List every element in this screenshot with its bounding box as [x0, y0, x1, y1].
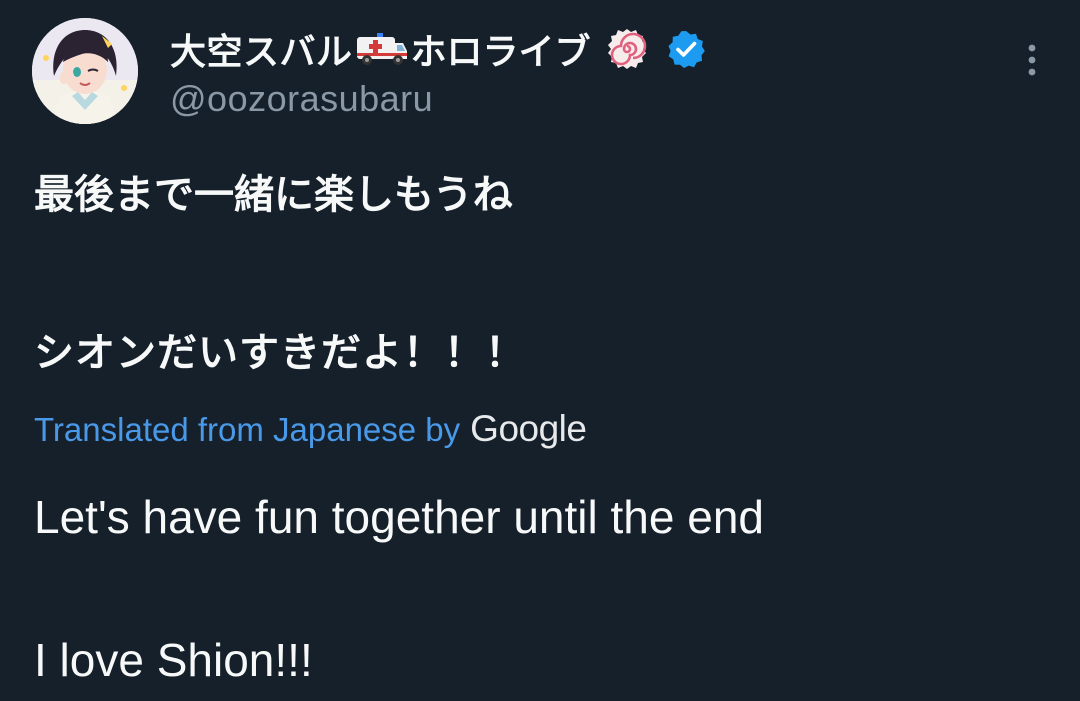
- author-name-row[interactable]: 大空スバル ホロライブ: [170, 24, 705, 74]
- avatar[interactable]: [32, 18, 138, 124]
- tweet-translated-line-2: I love Shion!!!: [34, 634, 313, 686]
- tweet-original-line-1: 最後まで一緒に楽しもうね: [34, 172, 513, 218]
- tweet-translated-line-1: Let's have fun together until the end: [34, 491, 764, 543]
- more-vertical-icon[interactable]: [1022, 42, 1042, 82]
- fish-cake-swirl-icon: [605, 27, 649, 71]
- author-handle[interactable]: @oozorasubaru: [170, 78, 433, 120]
- verified-badge-icon[interactable]: [667, 30, 705, 68]
- translation-label[interactable]: Translated from Japanese by: [34, 411, 460, 449]
- tweet-header: 大空スバル ホロライブ @oozorasubaru: [32, 18, 1048, 126]
- display-name-suffix[interactable]: ホロライブ: [411, 23, 591, 75]
- avatar-image: [32, 18, 138, 124]
- display-name[interactable]: 大空スバル: [170, 23, 353, 75]
- google-logo: Google: [470, 408, 587, 449]
- tweet-original-line-2: シオンだいすきだよ！！！: [34, 330, 526, 376]
- translation-attribution[interactable]: Translated from Japanese by Google: [34, 408, 587, 450]
- ambulance-icon: [355, 29, 409, 69]
